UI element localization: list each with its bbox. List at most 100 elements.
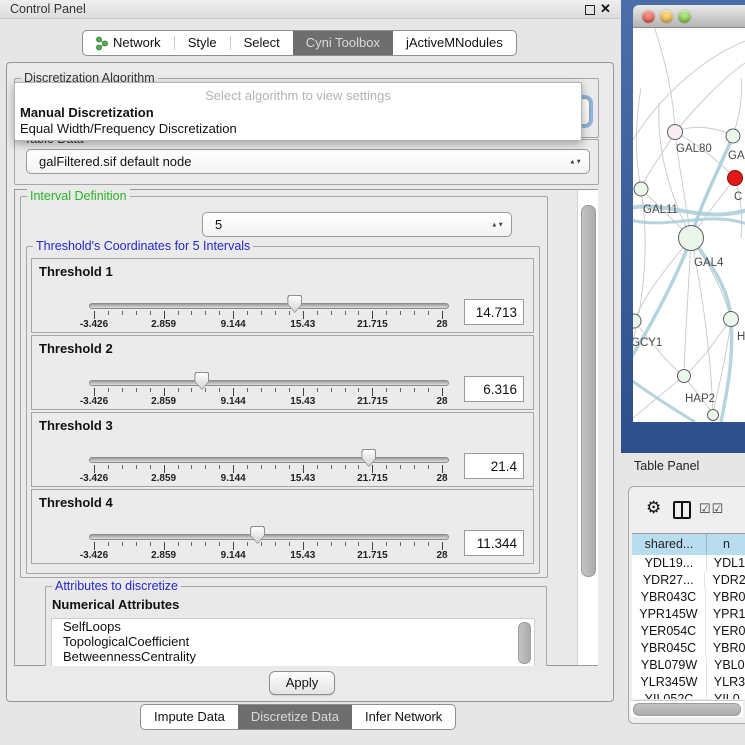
slider-scale: -3.4262.8599.14415.4321.71528 bbox=[32, 542, 533, 563]
tab-cyni-toolbox[interactable]: Cyni Toolbox bbox=[293, 31, 393, 55]
float-window-icon[interactable] bbox=[585, 5, 595, 15]
tab-label: Style bbox=[188, 31, 217, 55]
tab-style[interactable]: Style bbox=[175, 31, 230, 55]
algorithm-popup: Select algorithm to view settings Manual… bbox=[14, 82, 582, 141]
numerical-attributes-list: SelfLoops TopologicalCoefficient Between… bbox=[51, 618, 535, 666]
table-row[interactable]: YIL052CYIL0 bbox=[632, 691, 745, 699]
threshold-3-slider-track[interactable] bbox=[89, 457, 449, 463]
node-gal4[interactable] bbox=[679, 226, 704, 251]
tick-mark bbox=[191, 465, 192, 469]
tick-mark bbox=[414, 311, 415, 315]
close-icon[interactable]: ✕ bbox=[600, 1, 611, 17]
tick-mark bbox=[191, 542, 192, 546]
tab-infer-network[interactable]: Infer Network bbox=[352, 705, 455, 729]
column-header-name[interactable]: n bbox=[707, 534, 745, 555]
tick-mark bbox=[428, 465, 429, 469]
horizontal-scrollbar[interactable] bbox=[631, 700, 743, 717]
node-gcy1[interactable] bbox=[633, 314, 641, 328]
list-item[interactable]: BetweennessCentrality bbox=[52, 649, 534, 664]
tick-label: 15.43 bbox=[290, 319, 315, 330]
cell: YER054C bbox=[632, 623, 706, 640]
vertical-scrollbar[interactable] bbox=[577, 190, 598, 665]
tick-mark bbox=[414, 388, 415, 392]
table-header-row: shared... n bbox=[632, 533, 745, 556]
popup-option-manual-discretization[interactable]: Manual Discretization bbox=[17, 105, 157, 120]
tick-mark bbox=[303, 465, 304, 473]
column-header-shared[interactable]: shared... bbox=[632, 534, 707, 555]
tick-label: -3.426 bbox=[80, 319, 108, 330]
close-traffic-light-icon[interactable] bbox=[642, 10, 655, 23]
table-row[interactable]: YDL19...YDL1 bbox=[632, 555, 745, 572]
number-of-intervals-value: 5 bbox=[215, 217, 222, 232]
gear-icon[interactable]: ⚙ bbox=[646, 499, 661, 516]
tick-mark bbox=[442, 311, 443, 319]
list-scrollbar-thumb[interactable] bbox=[518, 622, 531, 664]
tab-network[interactable]: Network bbox=[83, 31, 174, 55]
split-columns-icon[interactable] bbox=[673, 501, 691, 519]
table-row[interactable]: YDR27...YDR2 bbox=[632, 572, 745, 589]
node-selected-red[interactable] bbox=[728, 171, 743, 186]
table-row[interactable]: YPR145WYPR1 bbox=[632, 606, 745, 623]
tick-mark bbox=[331, 388, 332, 392]
tick-mark bbox=[205, 311, 206, 315]
tick-mark bbox=[94, 465, 95, 473]
tick-mark bbox=[122, 465, 123, 469]
tick-mark bbox=[122, 311, 123, 315]
tick-mark bbox=[428, 311, 429, 315]
tab-select[interactable]: Select bbox=[231, 31, 293, 55]
tick-mark bbox=[233, 542, 234, 550]
table-row[interactable]: YLR345WYLR3 bbox=[632, 674, 745, 691]
tab-jactivemnodules[interactable]: jActiveMNodules bbox=[393, 31, 516, 55]
threshold-4-slider-track[interactable] bbox=[89, 534, 449, 540]
vertical-scrollbar-thumb[interactable] bbox=[581, 205, 596, 577]
tick-mark bbox=[261, 311, 262, 315]
node-label-hap2: HAP2 bbox=[685, 393, 715, 405]
table-row[interactable]: YBR045CYBR0 bbox=[632, 640, 745, 657]
threshold-1-slider-track[interactable] bbox=[89, 303, 449, 309]
tick-mark bbox=[261, 542, 262, 546]
threshold-2-box: Threshold 2 -3.4262.8599.14415.4321.7152… bbox=[31, 335, 534, 410]
threshold-1-value-field[interactable]: 14.713 bbox=[464, 299, 524, 325]
tick-mark bbox=[386, 311, 387, 315]
minimize-traffic-light-icon[interactable] bbox=[660, 10, 673, 23]
node-gal80[interactable] bbox=[668, 125, 683, 140]
threshold-2-value-field[interactable]: 6.316 bbox=[464, 376, 524, 402]
tick-mark bbox=[275, 542, 276, 546]
table-data-combobox[interactable]: galFiltered.sif default node ▲▼ bbox=[26, 149, 590, 174]
list-item[interactable]: TopologicalCoefficient bbox=[52, 634, 534, 649]
threshold-4-value-field[interactable]: 11.344 bbox=[464, 530, 524, 556]
node-h[interactable] bbox=[724, 312, 739, 327]
tick-mark bbox=[345, 388, 346, 392]
node-partial[interactable] bbox=[708, 410, 719, 421]
tick-mark bbox=[178, 542, 179, 546]
tick-mark bbox=[442, 542, 443, 550]
node-hap2[interactable] bbox=[678, 370, 691, 383]
table-row[interactable]: YBR043CYBR0 bbox=[632, 589, 745, 606]
threshold-2-slider-track[interactable] bbox=[89, 380, 449, 386]
node-gal11[interactable] bbox=[634, 182, 648, 196]
tab-discretize-data[interactable]: Discretize Data bbox=[238, 705, 352, 729]
tab-impute-data[interactable]: Impute Data bbox=[141, 705, 238, 729]
tick-mark bbox=[358, 388, 359, 392]
network-canvas[interactable]: GAL80 GA C GAL11 GAL4 GCY1 H HAP2 bbox=[633, 28, 745, 422]
table-row[interactable]: YER054CYER0 bbox=[632, 623, 745, 640]
number-of-intervals-combobox[interactable]: 5 ▲▼ bbox=[202, 212, 512, 237]
node-ga[interactable] bbox=[726, 129, 740, 143]
cell: YIL0 bbox=[707, 691, 740, 699]
attributes-group: Attributes to discretize Numerical Attri… bbox=[45, 586, 547, 666]
checkboxes-icon[interactable]: ☑☑ bbox=[699, 501, 724, 517]
tick-mark bbox=[136, 542, 137, 546]
network-window-titlebar[interactable] bbox=[633, 5, 745, 28]
apply-button[interactable]: Apply bbox=[269, 671, 335, 695]
cell: YDR27... bbox=[632, 572, 705, 589]
tick-mark bbox=[303, 388, 304, 396]
threshold-label: Threshold 1 bbox=[39, 264, 113, 279]
popup-option-equal-width-frequency[interactable]: Equal Width/Frequency Discretization bbox=[17, 121, 240, 136]
threshold-3-value-field[interactable]: 21.4 bbox=[464, 453, 524, 479]
table-row[interactable]: YBL079WYBL0 bbox=[632, 657, 745, 674]
list-item[interactable]: SelfLoops bbox=[52, 619, 534, 634]
cell: YBR043C bbox=[632, 589, 706, 606]
zoom-traffic-light-icon[interactable] bbox=[678, 10, 691, 23]
group-title: Attributes to discretize bbox=[52, 579, 181, 593]
horizontal-scrollbar-thumb[interactable] bbox=[633, 703, 741, 716]
